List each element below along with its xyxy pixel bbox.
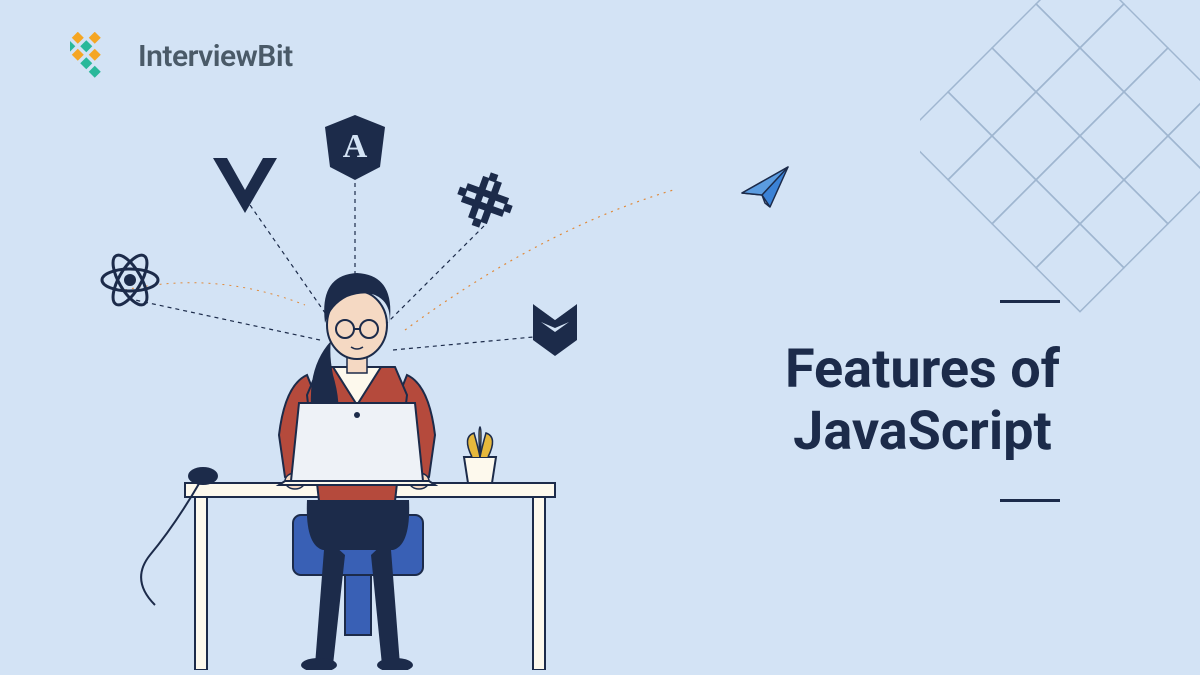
vue-icon [213,158,277,213]
background-pattern [920,0,1200,340]
svg-text:A: A [343,128,368,165]
title-line-1: Features of [785,338,1060,401]
brand-name: InterviewBit [138,39,293,74]
angular-icon: A [325,115,385,180]
plant [464,427,496,483]
hero-illustration: A [75,105,675,670]
title-line-2: JavaScript [793,400,1052,463]
title-rule-top [1000,300,1060,303]
aurelia-icon [449,164,521,236]
logo-icon [70,32,128,80]
react-icon [102,250,158,309]
laptop [279,403,435,485]
title-rule-bottom [1000,499,1060,502]
backbone-icon [533,304,577,356]
brand-logo: InterviewBit [70,32,293,80]
page-title: Features of JavaScript [785,300,1060,502]
paper-plane-icon [740,165,790,210]
